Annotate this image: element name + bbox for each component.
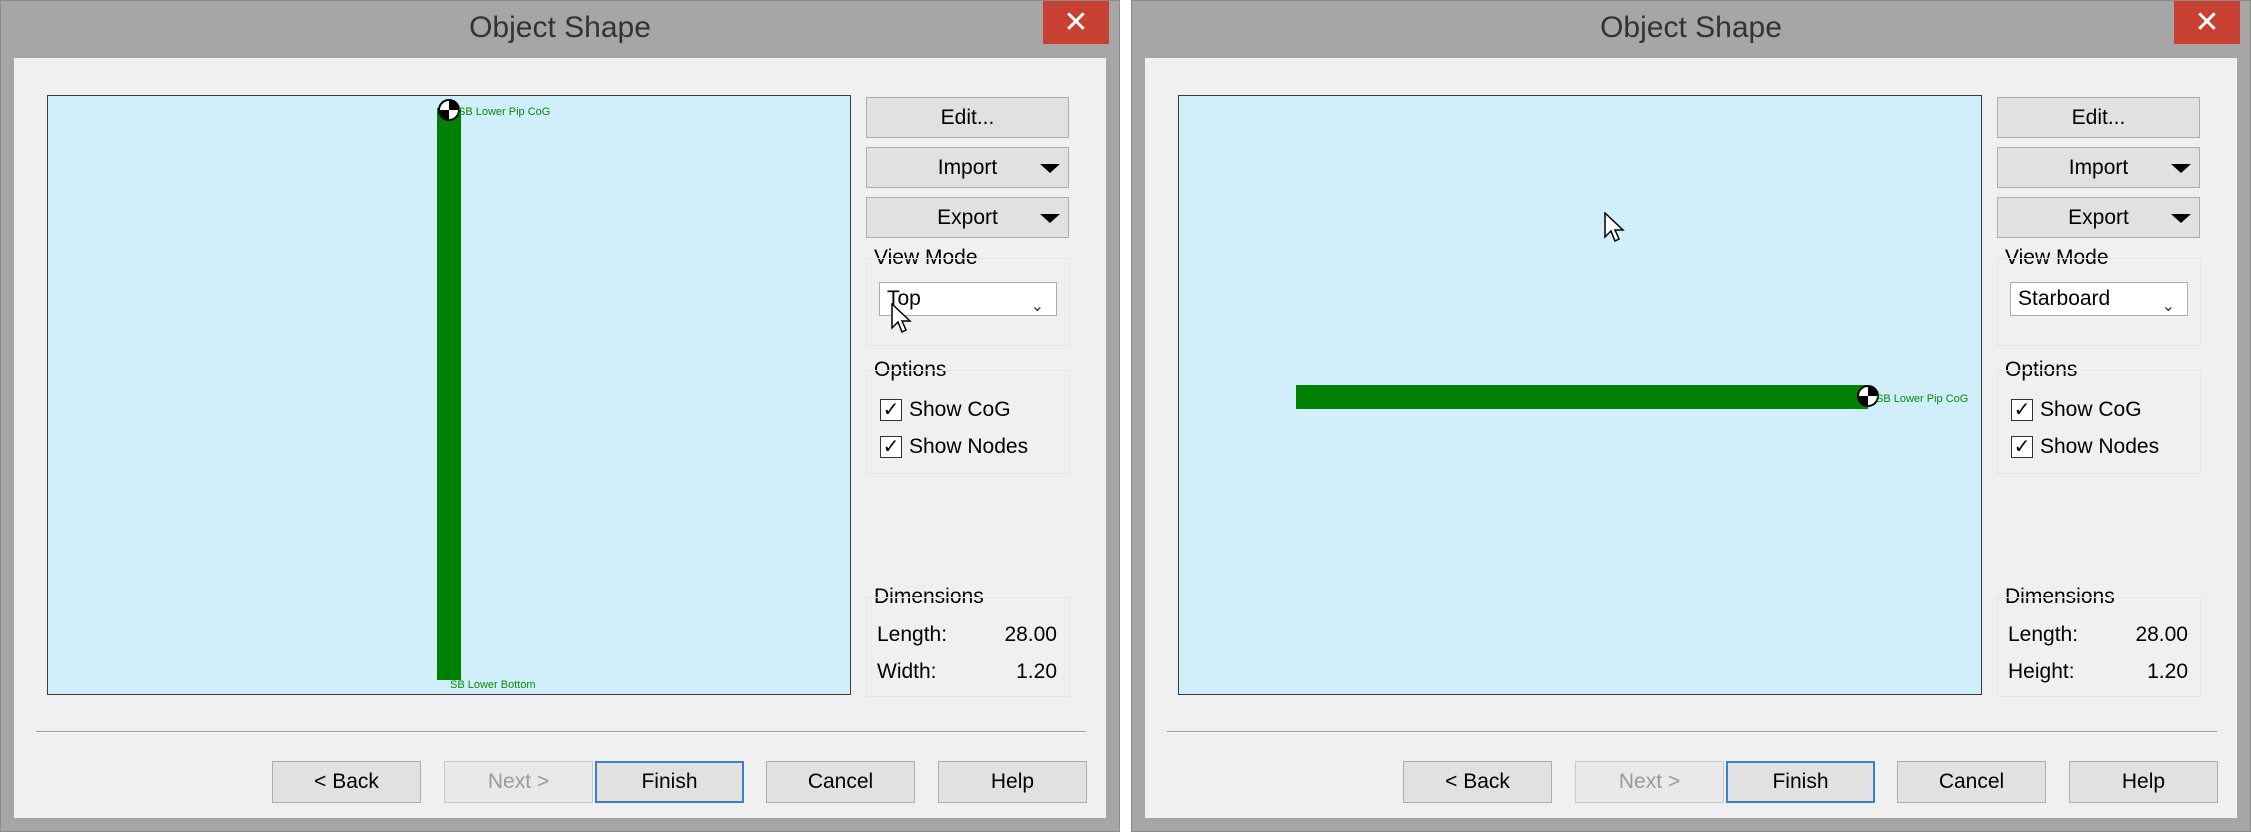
chevron-down-icon: ⌄ bbox=[1030, 298, 1044, 315]
show-nodes-checkbox[interactable]: ✓ bbox=[880, 436, 902, 458]
import-button[interactable]: Import bbox=[866, 147, 1069, 188]
show-cog-checkbox[interactable]: ✓ bbox=[2011, 399, 2033, 421]
close-button[interactable]: ✕ bbox=[2174, 1, 2240, 44]
chevron-down-icon: ⌄ bbox=[2161, 298, 2175, 315]
height-label: Height: bbox=[2008, 660, 2075, 683]
show-nodes-checkbox[interactable]: ✓ bbox=[2011, 436, 2033, 458]
finish-button[interactable]: Finish bbox=[1726, 761, 1875, 803]
object-shape-bar bbox=[437, 108, 461, 680]
length-label: Length: bbox=[2008, 623, 2079, 646]
dropdown-arrow-icon[interactable] bbox=[2171, 213, 2191, 223]
edit-button[interactable]: Edit... bbox=[1997, 97, 2200, 138]
mouse-cursor-icon bbox=[1604, 212, 1625, 243]
export-label: Export bbox=[937, 205, 998, 229]
edit-button[interactable]: Edit... bbox=[866, 97, 1069, 138]
close-icon: ✕ bbox=[1063, 5, 1089, 39]
separator-line bbox=[1167, 731, 2217, 733]
cancel-button[interactable]: Cancel bbox=[1897, 761, 2046, 803]
view-mode-value: Starboard bbox=[2018, 287, 2111, 310]
checkmark-icon: ✓ bbox=[2013, 399, 2031, 421]
checkmark-icon: ✓ bbox=[882, 399, 900, 421]
back-button[interactable]: < Back bbox=[272, 761, 421, 803]
height-value: 1.20 bbox=[2147, 660, 2188, 683]
shape-preview-canvas[interactable]: SB Lower Pip CoG bbox=[1178, 95, 1982, 695]
object-shape-bar bbox=[1296, 385, 1868, 409]
export-button[interactable]: Export bbox=[1997, 197, 2200, 238]
finish-button[interactable]: Finish bbox=[595, 761, 744, 803]
next-button: Next > bbox=[1575, 761, 1724, 803]
dropdown-arrow-icon[interactable] bbox=[1040, 213, 1060, 223]
dropdown-arrow-icon[interactable] bbox=[1040, 163, 1060, 173]
show-cog-label[interactable]: Show CoG bbox=[2040, 398, 2142, 422]
checkmark-icon: ✓ bbox=[2013, 436, 2031, 458]
show-nodes-label[interactable]: Show Nodes bbox=[2040, 435, 2159, 459]
import-button[interactable]: Import bbox=[1997, 147, 2200, 188]
mouse-cursor-icon bbox=[891, 303, 912, 334]
window-title: Object Shape bbox=[469, 11, 651, 44]
object-shape-dialog-top: Object Shape ✕ SB Lower Pip CoG SB Lower… bbox=[0, 0, 1120, 832]
next-button: Next > bbox=[444, 761, 593, 803]
shape-preview-canvas[interactable]: SB Lower Pip CoG SB Lower Bottom bbox=[47, 95, 851, 695]
close-icon: ✕ bbox=[2194, 5, 2220, 39]
help-button[interactable]: Help bbox=[2069, 761, 2218, 803]
export-button[interactable]: Export bbox=[866, 197, 1069, 238]
dialog-client-area: SB Lower Pip CoG Edit... Import Export V… bbox=[1145, 58, 2237, 818]
title-bar[interactable]: Object Shape ✕ bbox=[1132, 1, 2250, 58]
import-label: Import bbox=[937, 155, 998, 179]
show-cog-label[interactable]: Show CoG bbox=[909, 398, 1011, 422]
checkmark-icon: ✓ bbox=[882, 436, 900, 458]
title-bar[interactable]: Object Shape ✕ bbox=[1, 1, 1119, 58]
object-shape-dialog-starboard: Object Shape ✕ SB Lower Pip CoG Edit... … bbox=[1131, 0, 2251, 832]
show-nodes-label[interactable]: Show Nodes bbox=[909, 435, 1028, 459]
back-button[interactable]: < Back bbox=[1403, 761, 1552, 803]
dialog-client-area: SB Lower Pip CoG SB Lower Bottom Edit...… bbox=[14, 58, 1106, 818]
width-value: 1.20 bbox=[1016, 660, 1057, 683]
close-button[interactable]: ✕ bbox=[1043, 1, 1109, 44]
dropdown-arrow-icon[interactable] bbox=[2171, 163, 2191, 173]
cog-marker-icon bbox=[438, 99, 460, 121]
length-label: Length: bbox=[877, 623, 948, 646]
length-value: 28.00 bbox=[1004, 623, 1057, 646]
view-mode-select[interactable]: Starboard ⌄ bbox=[2010, 282, 2188, 316]
separator-line bbox=[36, 731, 1086, 733]
cog-node-label: SB Lower Pip CoG bbox=[1876, 393, 1969, 405]
cancel-button[interactable]: Cancel bbox=[766, 761, 915, 803]
window-title: Object Shape bbox=[1600, 11, 1782, 44]
length-value: 28.00 bbox=[2135, 623, 2188, 646]
show-cog-checkbox[interactable]: ✓ bbox=[880, 399, 902, 421]
width-label: Width: bbox=[877, 660, 937, 683]
import-label: Import bbox=[2068, 155, 2129, 179]
help-button[interactable]: Help bbox=[938, 761, 1087, 803]
cog-node-label: SB Lower Pip CoG bbox=[458, 106, 551, 118]
export-label: Export bbox=[2068, 205, 2129, 229]
bottom-node-label: SB Lower Bottom bbox=[450, 679, 536, 691]
